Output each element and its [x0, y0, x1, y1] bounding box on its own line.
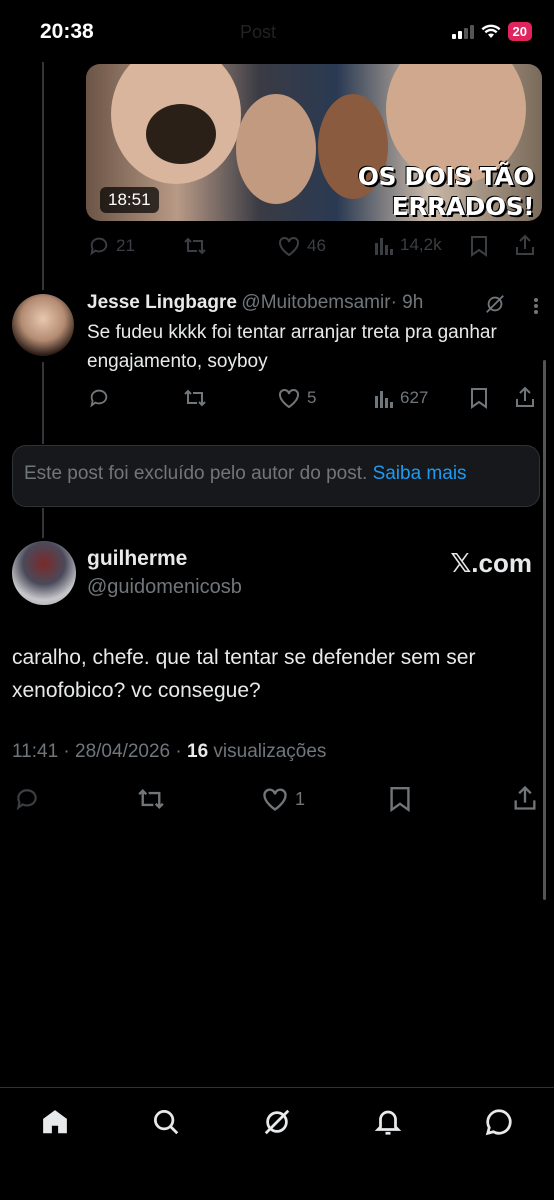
main-repost-button[interactable]	[136, 786, 166, 812]
share-icon	[514, 385, 536, 409]
home-icon[interactable]	[35, 1102, 75, 1142]
share-icon	[514, 233, 536, 257]
repost-button[interactable]	[183, 235, 207, 257]
main-bookmark-button[interactable]	[388, 785, 412, 813]
reply-text: Se fudeu kkkk foi tentar arranjar treta …	[87, 322, 497, 372]
reply-icon	[88, 235, 110, 257]
status-time: 20:38	[40, 20, 94, 43]
wifi-icon	[481, 24, 501, 39]
reply-reply-button[interactable]	[88, 387, 110, 409]
video-thumbnail[interactable]: 18:51 OS DOIS TÃO ERRADOS!	[86, 64, 542, 221]
xcom-watermark: 𝕏.com	[450, 548, 532, 578]
bookmark-icon	[469, 235, 489, 257]
scrollbar[interactable]	[543, 360, 546, 900]
main-like-button[interactable]: 1	[261, 786, 305, 812]
share-icon	[512, 784, 538, 812]
video-duration: 18:51	[100, 187, 159, 213]
main-post-text: caralho, chefe. que tal tentar se defend…	[12, 646, 476, 702]
grok-icon[interactable]	[484, 293, 506, 315]
reply-like-count: 5	[307, 388, 317, 407]
reply-icon	[88, 387, 110, 409]
main-post-author-handle[interactable]: @guidomenicosb	[87, 576, 242, 599]
heart-icon	[277, 387, 301, 409]
main-reply-button[interactable]	[14, 786, 40, 812]
main-post-timestamp: 11:41 · 28/04/2026 ·	[12, 741, 187, 762]
notifications-icon[interactable]	[368, 1102, 408, 1142]
battery-indicator: 20	[507, 22, 532, 41]
thread-line-mid	[42, 362, 44, 444]
reply-count: 21	[116, 236, 135, 255]
heart-icon	[277, 235, 301, 257]
views-button[interactable]: 14,2k	[374, 235, 442, 255]
bookmark-button[interactable]	[469, 235, 489, 257]
analytics-icon	[374, 388, 394, 408]
deleted-post-text: Este post foi excluído pelo autor do pos…	[24, 463, 467, 485]
heart-icon	[261, 786, 289, 812]
thread-line-top	[42, 62, 44, 290]
main-like-count: 1	[295, 788, 306, 809]
reply-author-handle[interactable]: @Muitobemsamir	[241, 292, 390, 313]
reply-icon	[14, 786, 40, 812]
beard	[146, 104, 216, 164]
like-count: 46	[307, 236, 326, 255]
more-options-icon[interactable]	[533, 297, 539, 315]
main-post-avatar[interactable]	[12, 541, 76, 605]
main-share-button[interactable]	[512, 784, 538, 812]
views-count: 14,2k	[400, 235, 442, 254]
bookmark-icon	[388, 785, 412, 813]
reply-button[interactable]: 21	[88, 235, 135, 257]
deleted-post-message: Este post foi excluído pelo autor do pos…	[24, 463, 368, 484]
repost-icon	[136, 786, 166, 812]
reply-repost-button[interactable]	[183, 387, 207, 409]
video-overlay-line2: ERRADOS!	[391, 192, 535, 221]
main-post-author-name[interactable]: guilherme	[87, 547, 187, 571]
bookmark-icon	[469, 387, 489, 409]
reply-bookmark-button[interactable]	[469, 387, 489, 409]
main-post-views-count: 16	[187, 741, 209, 762]
thread-line-bottom	[42, 508, 44, 538]
repost-icon	[183, 387, 207, 409]
share-button[interactable]	[514, 233, 536, 257]
main-post-meta: 11:41 · 28/04/2026 · 16 visualizações	[12, 741, 326, 763]
search-icon[interactable]	[146, 1102, 186, 1142]
reply-header: Jesse Lingbagre @Muitobemsamir· 9h	[87, 292, 423, 314]
reply-share-button[interactable]	[514, 385, 536, 409]
reply-author-name[interactable]: Jesse Lingbagre	[87, 292, 237, 313]
video-overlay-line1: OS DOIS TÃO	[357, 162, 535, 191]
messages-icon[interactable]	[479, 1102, 519, 1142]
grok-icon[interactable]	[257, 1102, 297, 1142]
learn-more-link[interactable]: Saiba mais	[373, 463, 467, 484]
reply-views-button[interactable]: 627	[374, 388, 428, 408]
like-button[interactable]: 46	[277, 235, 326, 257]
main-post-views-label: visualizações	[208, 741, 327, 762]
reply-like-button[interactable]: 5	[277, 387, 316, 409]
status-icons: 20	[451, 22, 532, 41]
reply-views-count: 627	[400, 388, 429, 407]
repost-icon	[183, 235, 207, 257]
analytics-icon	[374, 235, 394, 255]
person-2	[236, 94, 316, 204]
signal-icon	[451, 24, 474, 39]
reply-avatar[interactable]	[12, 294, 74, 356]
header-title: Post	[240, 22, 277, 42]
reply-time: · 9h	[390, 292, 424, 313]
